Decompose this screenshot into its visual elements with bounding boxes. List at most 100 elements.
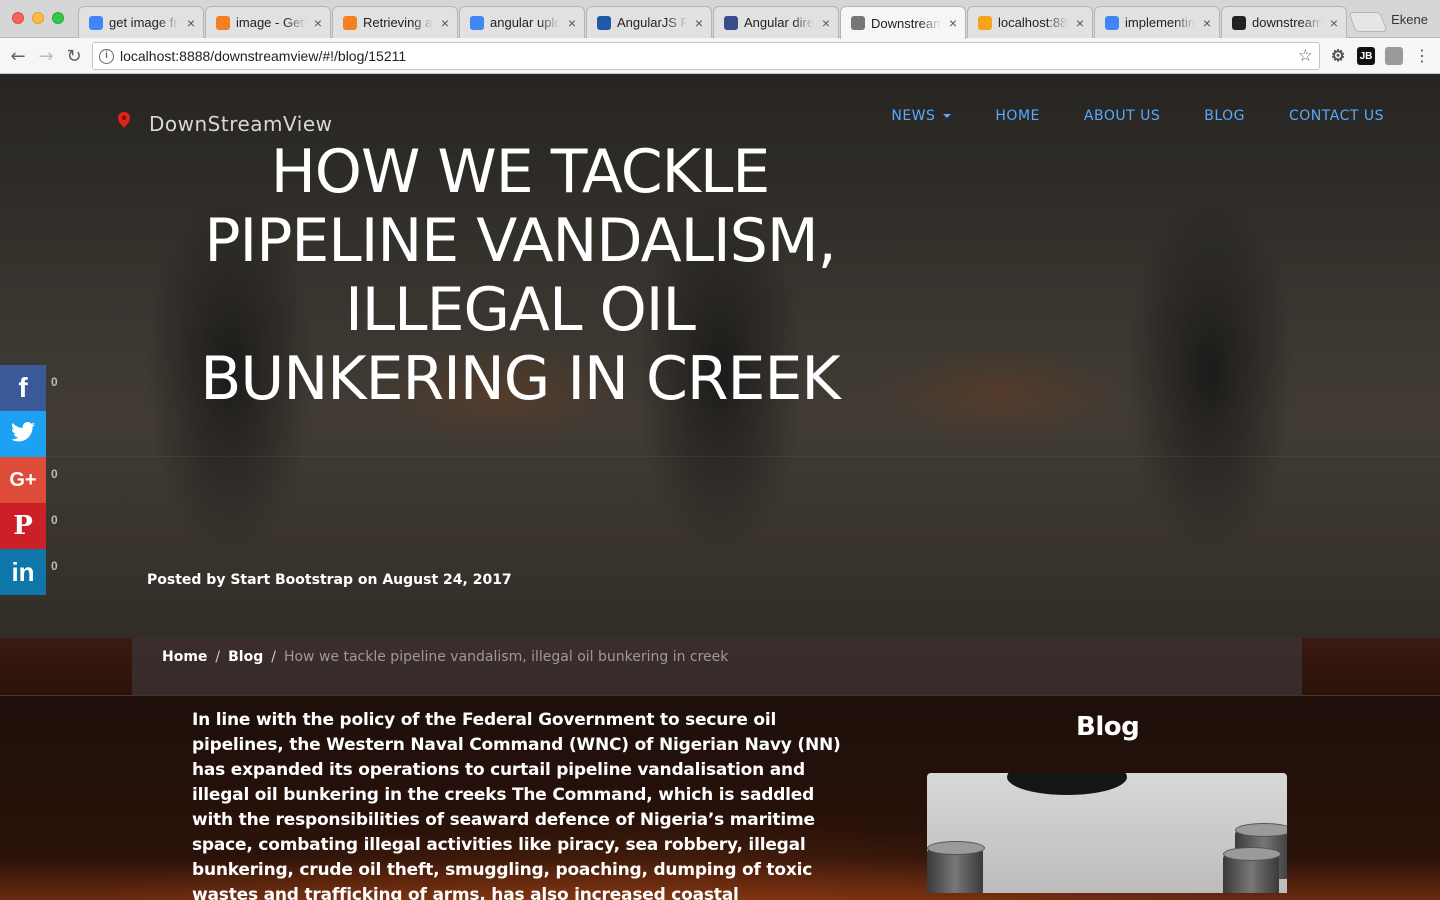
social-share-bar: f 0 G+ 0 P 0 in 0 xyxy=(0,365,58,595)
bookmark-star-icon[interactable]: ☆ xyxy=(1298,46,1313,66)
tab-close-icon[interactable]: × xyxy=(312,15,324,31)
page-viewport: DownStreamView DownStreamView NEWS HOME AB… xyxy=(0,74,1440,900)
nav-item-label: ABOUT US xyxy=(1083,108,1161,124)
tab-close-icon[interactable]: × xyxy=(439,15,451,31)
nav-item-contact-us[interactable]: CONTACT US xyxy=(1289,108,1384,124)
google-plus-share-count: 0 xyxy=(51,467,58,481)
linkedin-icon: in xyxy=(11,556,35,587)
tab-title: AngularJS File xyxy=(617,15,687,30)
facebook-share-button[interactable]: f0 xyxy=(0,365,58,411)
article-body: In line with the policy of the Federal G… xyxy=(192,710,841,900)
close-window-button[interactable] xyxy=(12,12,24,24)
minimize-window-button[interactable] xyxy=(32,12,44,24)
browser-tab[interactable]: get image from × xyxy=(78,6,204,38)
extension-puzzle-icon[interactable] xyxy=(1385,47,1403,65)
reload-icon[interactable]: ↻ xyxy=(62,44,86,68)
zoom-window-button[interactable] xyxy=(52,12,64,24)
breadcrumb-blog[interactable]: Blog xyxy=(228,649,263,665)
tab-close-icon[interactable]: × xyxy=(566,15,578,31)
stackoverflow-icon xyxy=(343,15,357,30)
browser-tab[interactable]: Downstream × xyxy=(840,6,966,39)
tab-close-icon[interactable]: × xyxy=(185,15,197,31)
nav-item-about-us[interactable]: ABOUT US xyxy=(1084,108,1160,124)
twitter-icon xyxy=(11,421,35,447)
nav-item-home[interactable]: HOME xyxy=(995,108,1039,124)
back-arrow-icon[interactable]: ← xyxy=(6,44,30,68)
caret-down-icon xyxy=(943,114,952,118)
barrel-shape xyxy=(1223,847,1281,893)
pma-icon xyxy=(978,15,992,30)
oil-spill-shape xyxy=(1007,773,1127,795)
nav-item-label: CONTACT US xyxy=(1289,108,1384,124)
browser-tabstrip: get image from×image - Getting×Retrievin… xyxy=(0,0,1440,39)
breadcrumb-panel: Home / Blog / How we tackle pipeline van… xyxy=(132,638,1302,696)
url-path: :8888/downstreamview/#!/blog/15211 xyxy=(175,48,407,64)
browser-tab[interactable]: implementing × xyxy=(1094,6,1220,38)
browser-tab[interactable]: localhost:8888 × xyxy=(967,6,1093,38)
globe-icon xyxy=(851,16,865,30)
nav-item-blog[interactable]: BLOG xyxy=(1204,108,1245,124)
url-text[interactable]: localhost:8888/downstreamview/#!/blog/15… xyxy=(120,48,406,64)
tab-title: Retrieving and xyxy=(363,15,433,30)
shield-icon xyxy=(724,15,738,30)
browser-tab[interactable]: AngularJS File × xyxy=(586,6,712,38)
google-plus-icon: G+ xyxy=(9,468,37,491)
breadcrumb: Home / Blog / How we tackle pipeline van… xyxy=(162,649,728,665)
browser-menu-icon[interactable]: ⋮ xyxy=(1414,46,1430,65)
browser-tab[interactable]: downstream × xyxy=(1221,6,1347,38)
barrel-shape xyxy=(927,841,985,893)
tab-close-icon[interactable]: × xyxy=(947,15,959,31)
browser-tab[interactable]: angular upload × xyxy=(459,6,585,38)
brand-name: DownStreamView xyxy=(149,112,333,136)
hero-section: DownStreamView DownStreamView NEWS HOME AB… xyxy=(0,74,1440,638)
sidebar-blog-image[interactable] xyxy=(927,773,1287,893)
google-icon xyxy=(470,15,484,30)
main-nav: NEWS HOME ABOUT US BLOG CONTACT US xyxy=(891,108,1384,124)
linkedin-share-button[interactable]: in 0 xyxy=(0,549,58,595)
tab-close-icon[interactable]: × xyxy=(693,15,705,31)
pinterest-share-button[interactable]: P0 xyxy=(0,503,58,549)
tab-close-icon[interactable]: × xyxy=(1328,15,1340,31)
map-pin-icon xyxy=(118,112,130,128)
tab-title: get image from xyxy=(109,15,179,30)
tab-close-icon[interactable]: × xyxy=(820,15,832,31)
browser-tab[interactable]: Angular directive × xyxy=(713,6,839,38)
breadcrumb-bar: Home / Blog / How we tackle pipeline van… xyxy=(0,638,1440,696)
tab-title: angular upload xyxy=(490,15,560,30)
breadcrumb-home[interactable]: Home xyxy=(162,649,207,665)
facebook-icon: f xyxy=(18,372,28,403)
tab-close-icon[interactable]: × xyxy=(1201,15,1213,31)
nav-item-label: BLOG xyxy=(1204,108,1246,124)
tab-title: implementing xyxy=(1125,15,1195,30)
tab-title: localhost:8888 xyxy=(998,15,1068,30)
pinterest-icon: P xyxy=(13,511,33,541)
post-meta: Posted by Start Bootstrap on August 24, … xyxy=(147,572,512,588)
url-host: localhost xyxy=(120,48,176,64)
new-tab-button[interactable] xyxy=(1348,12,1388,32)
google-icon xyxy=(89,15,103,30)
twitter-share-button[interactable] xyxy=(0,411,46,457)
nav-item-news[interactable]: NEWS xyxy=(891,108,952,124)
google-plus-share-button[interactable]: G+ 0 xyxy=(0,457,58,503)
facebook-share-count: 0 xyxy=(51,375,58,389)
brand-small-text: DownStreamView xyxy=(54,127,141,137)
pinterest-share-count: 0 xyxy=(51,513,58,527)
forward-arrow-icon[interactable]: → xyxy=(34,44,58,68)
browser-tab[interactable]: image - Getting × xyxy=(205,6,331,38)
address-bar[interactable]: i localhost:8888/downstreamview/#!/blog/… xyxy=(92,42,1320,70)
tab-title: Angular directive xyxy=(744,15,814,30)
extension-gear-icon[interactable]: ⚙ xyxy=(1329,47,1347,65)
profile-name[interactable]: Ekene xyxy=(1391,12,1428,27)
stackoverflow-icon xyxy=(216,15,230,30)
extension-jb-icon[interactable]: JB xyxy=(1357,47,1375,65)
linkedin-share-count: 0 xyxy=(51,559,58,573)
tab-close-icon[interactable]: × xyxy=(1074,15,1086,31)
nav-item-label: NEWS xyxy=(891,108,936,124)
tab-title: image - Getting xyxy=(236,15,306,30)
browser-tab[interactable]: Retrieving and × xyxy=(332,6,458,38)
nav-item-label: HOME xyxy=(995,108,1040,124)
content-section: In line with the policy of the Federal G… xyxy=(0,696,1440,900)
sidebar-title: Blog xyxy=(1076,712,1140,742)
info-icon[interactable]: i xyxy=(99,49,114,64)
breadcrumb-separator: / xyxy=(271,649,276,665)
